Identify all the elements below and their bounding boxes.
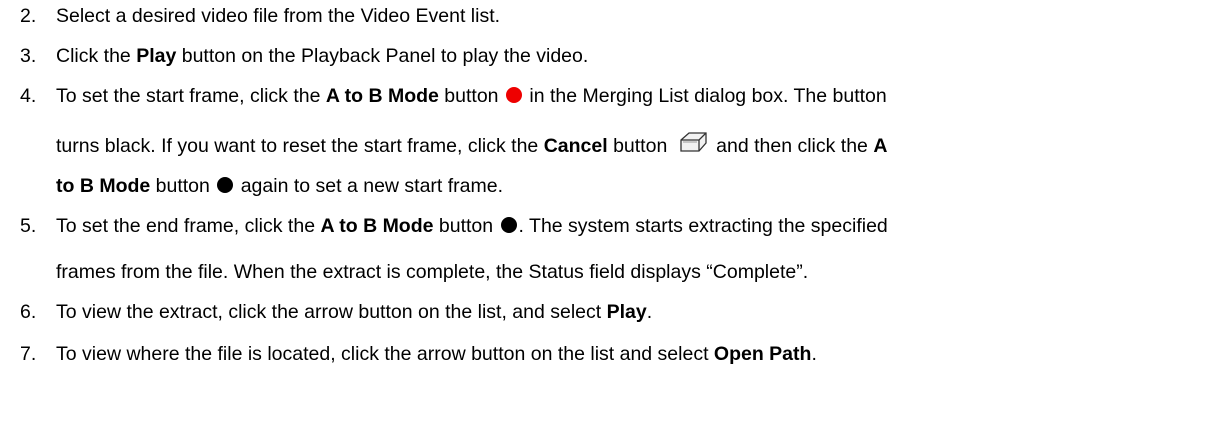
- step-text-line: To view where the file is located, click…: [56, 342, 817, 366]
- step-text-line: to B Mode button again to set a new star…: [56, 174, 503, 198]
- step-number: 7.: [20, 343, 37, 365]
- step-text-line: frames from the file. When the extract i…: [56, 260, 808, 284]
- step-text: frames from the file. When the extract i…: [56, 261, 809, 283]
- step-text: button: [433, 215, 499, 237]
- step-text: again to set a new start frame.: [235, 175, 504, 197]
- step-text-line: To set the end frame, click the A to B M…: [56, 214, 888, 238]
- step-text: To set the end frame, click the: [56, 215, 321, 237]
- step-text: button: [438, 85, 504, 107]
- step-text-line: Select a desired video file from the Vid…: [56, 4, 500, 28]
- bold-term: Play: [136, 45, 177, 67]
- bold-term: Open Path: [713, 343, 812, 365]
- step-number: 3.: [20, 45, 37, 67]
- bold-term: A to B Mode: [325, 85, 439, 107]
- step-text: Select a desired video file from the Vid…: [56, 5, 501, 27]
- step-text-line: To set the start frame, click the A to B…: [56, 84, 887, 108]
- step-text: To set the start frame, click the: [56, 85, 326, 107]
- step-text: button: [607, 135, 673, 157]
- eraser-icon: [675, 130, 709, 154]
- step-text: turns black. If you want to reset the st…: [56, 135, 544, 157]
- step-text: button: [150, 175, 216, 197]
- step-text-line: Click the Play button on the Playback Pa…: [56, 44, 588, 68]
- bold-term: Cancel: [543, 135, 608, 157]
- step-number: 5.: [20, 215, 37, 237]
- black-record-dot-icon: [500, 217, 517, 233]
- step-number: 6.: [20, 301, 37, 323]
- step-number: 4.: [20, 85, 37, 107]
- black-record-dot-icon: [217, 177, 234, 193]
- red-record-dot-icon: [505, 87, 522, 103]
- step-text: To view the extract, click the arrow but…: [56, 301, 607, 323]
- step-text-line: turns black. If you want to reset the st…: [56, 130, 887, 158]
- bold-term: Play: [606, 301, 647, 323]
- step-text-line: To view the extract, click the arrow but…: [56, 300, 652, 324]
- bold-term: A to B Mode: [320, 215, 434, 237]
- step-text: . The system starts extracting the speci…: [518, 215, 888, 237]
- step-text: and then click the: [710, 135, 874, 157]
- step-text: To view where the file is located, click…: [56, 343, 714, 365]
- step-text: in the Merging List dialog box. The butt…: [523, 85, 887, 107]
- bold-term: to B Mode: [56, 175, 151, 197]
- step-text: .: [646, 301, 653, 323]
- bold-term: A: [873, 135, 888, 157]
- step-text: button on the Playback Panel to play the…: [176, 45, 589, 67]
- step-number: 2.: [20, 5, 37, 27]
- step-text: .: [811, 343, 817, 365]
- step-text: Click the: [56, 45, 137, 67]
